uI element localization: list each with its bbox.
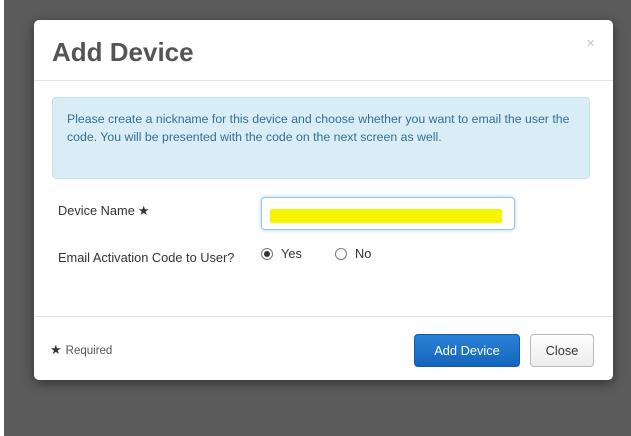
redaction-mark	[270, 209, 502, 223]
modal-header: Add Device ×	[34, 20, 613, 81]
required-note-text: Required	[65, 345, 113, 357]
add-device-dialog: Add Device × Please create a nickname fo…	[34, 20, 613, 380]
modal-title: Add Device	[52, 37, 194, 67]
device-name-label: Device Name ★	[58, 202, 149, 220]
close-icon[interactable]: ×	[586, 36, 595, 51]
radio-yes-label: Yes	[281, 246, 302, 261]
modal-footer: ★ Required Add Device Close	[34, 316, 613, 380]
radio-option-no[interactable]: No	[335, 246, 371, 261]
device-name-label-text: Device Name	[58, 203, 135, 218]
radio-no-label: No	[355, 246, 372, 261]
close-button[interactable]: Close	[530, 334, 594, 367]
add-device-button[interactable]: Add Device	[414, 334, 520, 367]
radio-option-yes[interactable]: Yes	[261, 246, 302, 261]
radio-checked-icon[interactable]	[261, 247, 273, 260]
required-note: ★ Required	[50, 342, 112, 358]
radio-unchecked-icon[interactable]	[335, 247, 347, 260]
required-star-icon: ★	[137, 203, 150, 218]
email-activation-code-label: Email Activation Code to User?	[58, 250, 235, 265]
required-star-icon: ★	[50, 342, 62, 357]
info-alert: Please create a nickname for this device…	[52, 97, 590, 179]
